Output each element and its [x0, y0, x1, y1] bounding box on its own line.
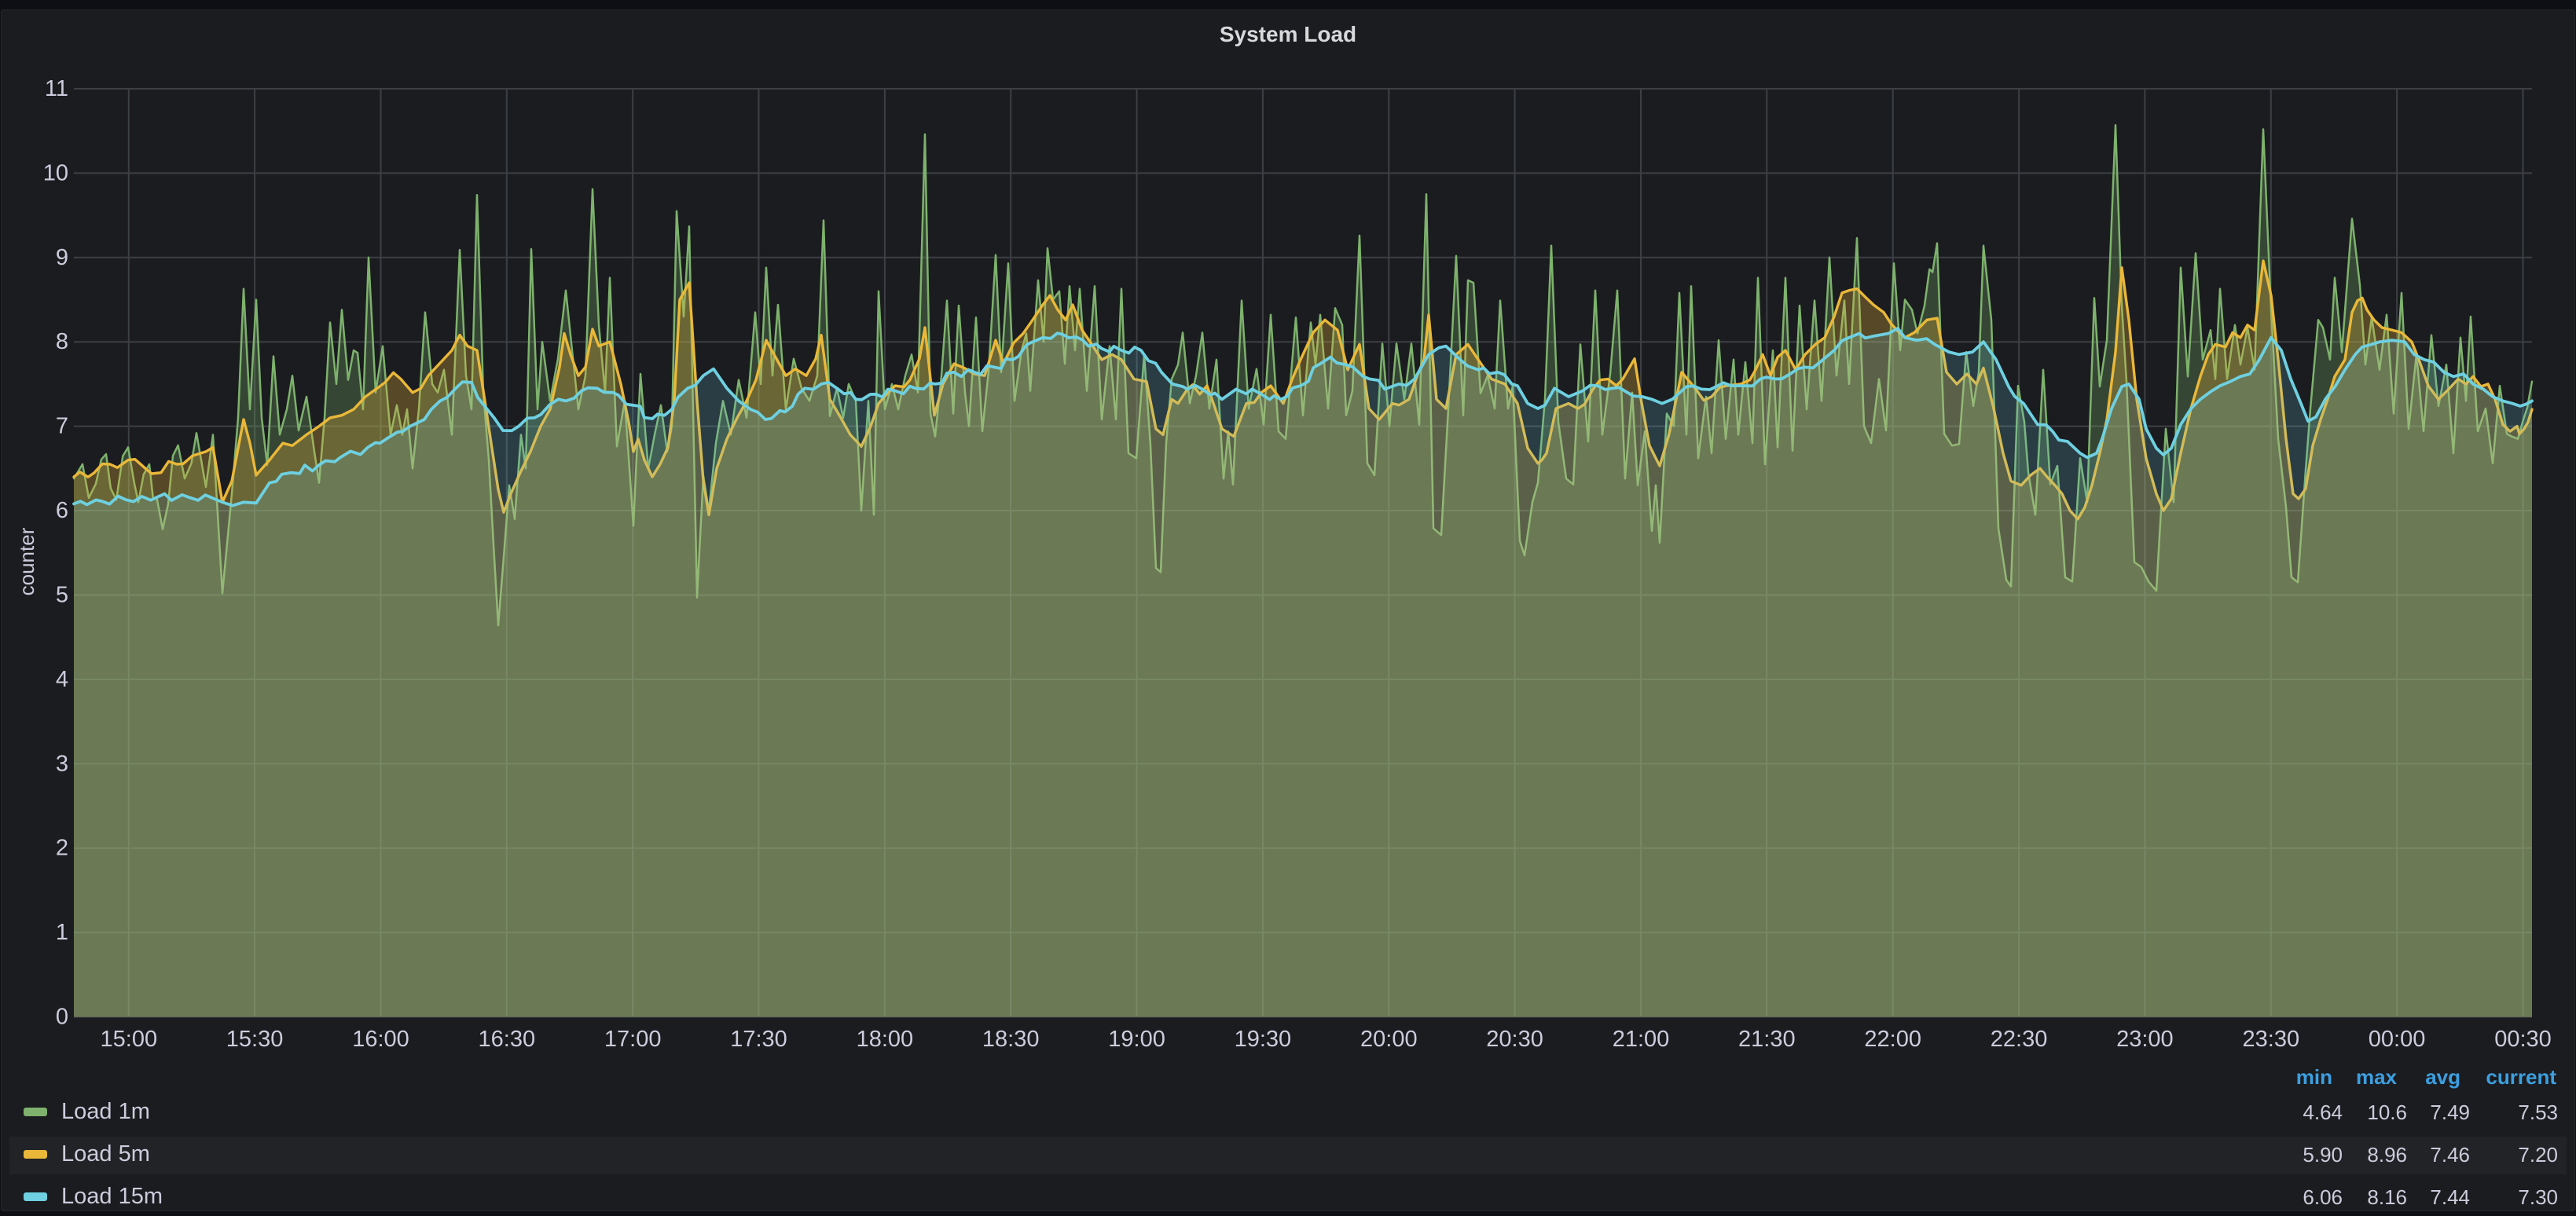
svg-text:19:30: 19:30 — [1235, 1027, 1292, 1052]
svg-text:21:30: 21:30 — [1738, 1027, 1796, 1052]
svg-text:20:00: 20:00 — [1360, 1027, 1418, 1052]
svg-text:19:00: 19:00 — [1108, 1027, 1165, 1052]
svg-text:10: 10 — [43, 160, 68, 185]
svg-text:15:30: 15:30 — [226, 1027, 284, 1052]
svg-text:11: 11 — [45, 76, 68, 101]
svg-text:1: 1 — [56, 920, 68, 945]
svg-text:4: 4 — [56, 667, 68, 692]
svg-text:5: 5 — [56, 583, 68, 608]
svg-text:00:30: 00:30 — [2494, 1027, 2552, 1052]
svg-text:counter: counter — [15, 527, 39, 595]
svg-text:00:00: 00:00 — [2369, 1027, 2426, 1052]
svg-text:22:30: 22:30 — [1991, 1027, 2048, 1052]
svg-text:17:30: 17:30 — [730, 1027, 787, 1052]
svg-text:16:30: 16:30 — [479, 1027, 536, 1052]
svg-text:23:30: 23:30 — [2243, 1027, 2300, 1052]
svg-text:8: 8 — [56, 329, 68, 354]
svg-text:7: 7 — [56, 414, 68, 439]
svg-text:9: 9 — [56, 245, 68, 270]
svg-text:18:30: 18:30 — [982, 1027, 1040, 1052]
svg-text:22:00: 22:00 — [1864, 1027, 1921, 1052]
svg-text:21:00: 21:00 — [1613, 1027, 1670, 1052]
svg-text:6: 6 — [56, 498, 68, 523]
svg-text:3: 3 — [56, 751, 68, 776]
svg-text:18:00: 18:00 — [857, 1027, 914, 1052]
svg-text:20:30: 20:30 — [1486, 1027, 1543, 1052]
svg-text:23:00: 23:00 — [2116, 1027, 2174, 1052]
svg-text:17:00: 17:00 — [604, 1027, 662, 1052]
svg-text:0: 0 — [56, 1005, 68, 1030]
svg-text:16:00: 16:00 — [352, 1027, 409, 1052]
svg-text:15:00: 15:00 — [101, 1027, 158, 1052]
svg-text:2: 2 — [56, 836, 68, 861]
